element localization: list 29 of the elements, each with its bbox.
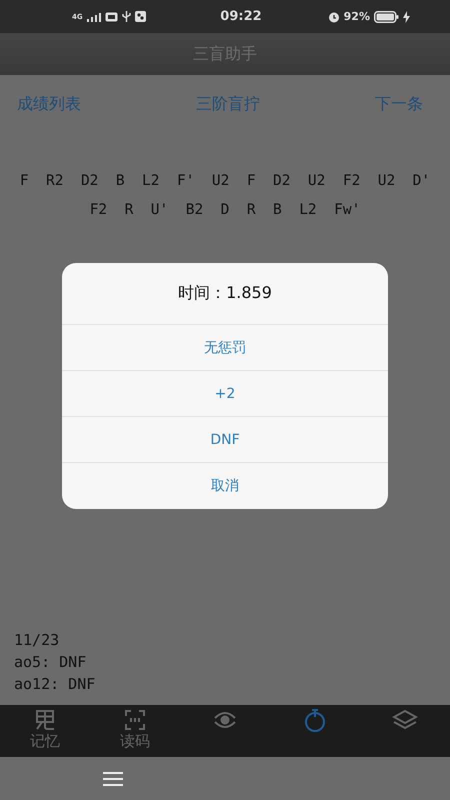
dialog-title: 时间：1.859 (178, 283, 272, 304)
dialog-option[interactable]: +2 (62, 371, 388, 417)
alarm-icon (328, 10, 340, 22)
clock-time: 09:22 (220, 9, 262, 24)
layers-icon (392, 709, 418, 731)
dialog-option[interactable]: DNF (62, 417, 388, 463)
signal-icon (86, 12, 101, 22)
mode-selector[interactable]: 三阶盲拧 (196, 94, 260, 115)
charging-icon (402, 10, 410, 22)
tab-item[interactable]: 读码 (90, 705, 180, 757)
stats-line: ao5: DNF (14, 652, 88, 673)
battery-icon (374, 10, 399, 22)
eye-icon (212, 709, 238, 731)
menu-icon[interactable] (103, 772, 123, 786)
grid-character-icon (34, 709, 56, 731)
dialog-option[interactable]: 取消 (62, 463, 388, 509)
usb-icon (122, 11, 131, 22)
next-link[interactable]: 下一条 (375, 94, 423, 115)
scan-icon (124, 709, 146, 731)
app-notification-icon (134, 11, 146, 22)
scramble-text: F R2 D2 B L2 F' U2 F D2 U2 F2 U2 D' F2 R U' B2 D R B L2 Fw' (18, 172, 432, 220)
tab-item[interactable]: 记忆 (0, 705, 90, 757)
dialog-option[interactable]: 无惩罚 (62, 325, 388, 371)
stopwatch-icon (303, 709, 327, 733)
results-list-link[interactable]: 成绩列表 (17, 94, 81, 115)
stats-line: 11/23 (14, 630, 60, 651)
battery-percent: 92% (344, 10, 370, 23)
hd-icon (104, 12, 118, 22)
stats-line: ao12: DNF (14, 674, 96, 695)
